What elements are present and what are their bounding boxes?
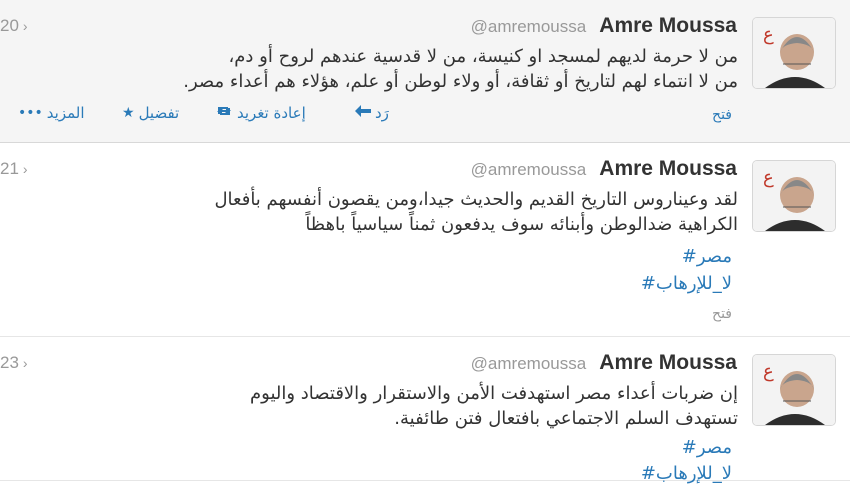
tweet-text-line: لقد وعيناروس التاريخ القديم والحديث جيدا… <box>214 189 738 210</box>
tweet-text: من لا حرمة لديهم لمسجد او كنيسة، من لا ق… <box>183 44 738 94</box>
tweet-header: @amremoussa Amre Moussa <box>471 351 737 375</box>
tweet-2[interactable]: ع @amremoussa Amre Moussa 21 › لقد وعينار… <box>0 143 850 337</box>
avatar[interactable]: ع <box>752 160 836 232</box>
avatar[interactable]: ع <box>752 354 836 426</box>
retweet-label: إعادة تغريد <box>237 104 306 122</box>
tweet-text: إن ضربات أعداء مصر استهدفت الأمن والاستق… <box>250 381 738 431</box>
open-tweet-link[interactable]: فتح <box>712 306 732 322</box>
chevron-icon: › <box>22 18 28 34</box>
time-value[interactable]: 20 <box>0 16 19 35</box>
tweet-text-line: إن ضربات أعداء مصر استهدفت الأمن والاستق… <box>250 383 738 404</box>
tweet-text-line: من لا حرمة لديهم لمسجد او كنيسة، من لا ق… <box>228 46 738 67</box>
time-value[interactable]: 21 <box>0 159 19 178</box>
avatar[interactable]: ع <box>752 17 836 89</box>
more-label: المزيد <box>46 104 85 122</box>
reply-arrow-icon <box>355 105 371 121</box>
tweet-header: @amremoussa Amre Moussa <box>471 14 737 38</box>
svg-text:ع: ع <box>763 24 774 45</box>
user-handle[interactable]: @amremoussa <box>471 354 587 373</box>
hashtag-link[interactable]: لا_للإرهاب# <box>641 273 732 294</box>
user-name[interactable]: Amre Moussa <box>599 157 737 180</box>
chevron-icon: › <box>22 161 28 177</box>
hashtag-link[interactable]: لا_للإرهاب# <box>641 463 732 484</box>
reply-label: رَد <box>375 104 389 122</box>
time-value[interactable]: 23 <box>0 353 19 372</box>
open-tweet-link[interactable]: فتح <box>712 107 732 123</box>
tweet-text-line: الكراهية ضدالوطن وأبنائه سوف يدفعون ثمنا… <box>305 214 738 235</box>
reply-button[interactable]: رَد <box>355 104 389 122</box>
svg-text:ع: ع <box>763 361 774 382</box>
svg-text:ع: ع <box>763 167 774 188</box>
retweet-button[interactable]: إعادة تغريد <box>215 104 306 122</box>
tweet-1[interactable]: ع @amremoussa Amre Moussa 20 › من لا حرمة… <box>0 0 850 143</box>
favorite-button[interactable]: ★ تفضيل <box>122 104 179 122</box>
tweet-time[interactable]: 23 › <box>0 353 28 373</box>
star-icon: ★ <box>122 105 135 121</box>
hashtag-link[interactable]: مصر# <box>682 437 732 458</box>
tweet-time[interactable]: 21 › <box>0 159 28 179</box>
favorite-label: تفضيل <box>138 104 180 122</box>
hashtag-link[interactable]: مصر# <box>682 246 732 267</box>
dots-icon: ••• <box>18 105 43 121</box>
tweet-text-line: من لا انتماء لهم لتاريخ أو ثقافة، أو ولا… <box>183 71 738 92</box>
chevron-icon: › <box>22 355 28 371</box>
more-button[interactable]: ••• المزيد <box>18 104 85 122</box>
tweet-text: لقد وعيناروس التاريخ القديم والحديث جيدا… <box>214 187 738 237</box>
tweet-time[interactable]: 20 › <box>0 16 28 36</box>
user-name[interactable]: Amre Moussa <box>599 14 737 37</box>
user-handle[interactable]: @amremoussa <box>471 160 587 179</box>
user-name[interactable]: Amre Moussa <box>599 351 737 374</box>
user-handle[interactable]: @amremoussa <box>471 17 587 36</box>
retweet-icon <box>215 105 233 121</box>
tweet-header: @amremoussa Amre Moussa <box>471 157 737 181</box>
tweet-text-line: تستهدف السلم الاجتماعي بافتعال فتن طائفي… <box>394 408 738 429</box>
tweet-3[interactable]: ع @amremoussa Amre Moussa 23 › إن ضربات أ… <box>0 337 850 484</box>
